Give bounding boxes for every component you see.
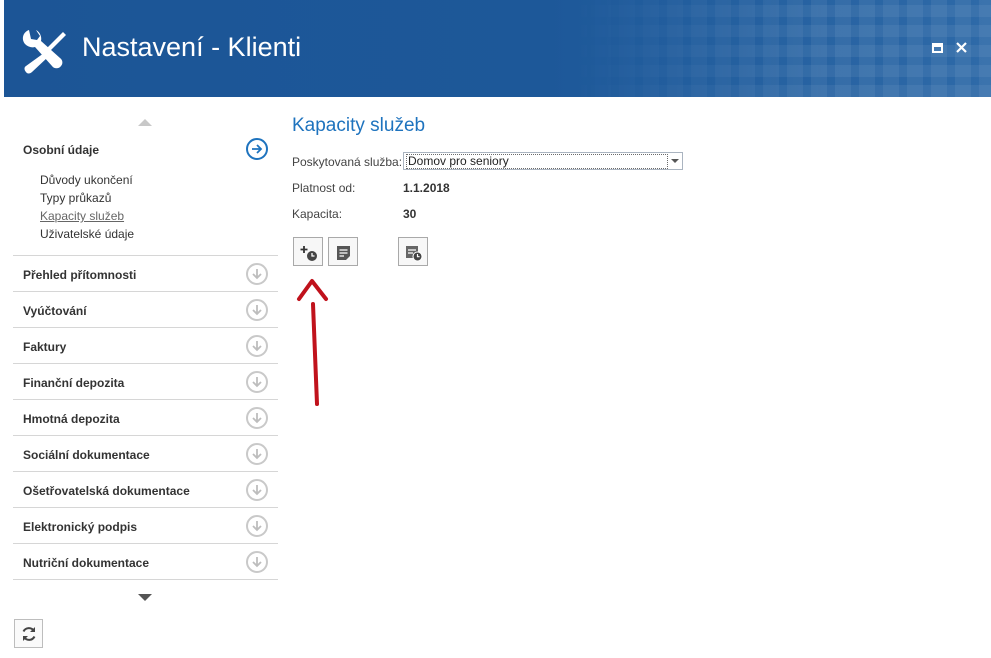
section-osobni-udaje[interactable]: Osobní údaje (23, 143, 99, 157)
expand-icon[interactable] (246, 515, 268, 537)
divider (13, 471, 278, 472)
close-icon[interactable] (954, 40, 970, 56)
expand-icon[interactable] (246, 407, 268, 429)
expand-icon[interactable] (246, 443, 268, 465)
service-label: Poskytovaná služba: (292, 155, 403, 169)
service-select[interactable]: Domov pro seniory (403, 152, 683, 170)
page-title: Kapacity služeb (292, 115, 426, 136)
divider (13, 543, 278, 544)
window-title: Nastavení - Klienti (82, 32, 302, 62)
section-navigate-icon[interactable] (246, 138, 268, 160)
tools-icon (22, 30, 66, 74)
service-select-value: Domov pro seniory (406, 154, 668, 169)
sidebar-item-kapacity-sluzeb[interactable]: Kapacity služeb (40, 209, 124, 223)
sidebar-item-uzivatelske-udaje[interactable]: Uživatelské údaje (40, 227, 134, 241)
edit-button[interactable] (328, 237, 358, 266)
scroll-down-icon[interactable] (138, 594, 152, 601)
refresh-icon (22, 627, 36, 641)
expand-icon[interactable] (246, 263, 268, 285)
window-header: Nastavení - Klienti (4, 0, 991, 97)
expand-icon[interactable] (246, 299, 268, 321)
document-icon (337, 246, 350, 260)
expand-icon[interactable] (246, 551, 268, 573)
valid-from-label: Platnost od: (292, 181, 356, 195)
header-pattern (571, 0, 991, 97)
history-button[interactable] (398, 237, 428, 266)
sidebar-item-duvody-ukonceni[interactable]: Důvody ukončení (40, 173, 133, 187)
divider (13, 291, 278, 292)
divider (13, 507, 278, 508)
divider (13, 435, 278, 436)
refresh-button[interactable] (14, 619, 43, 648)
maximize-icon[interactable] (930, 40, 946, 56)
section-nutricni-dokumentace[interactable]: Nutriční dokumentace (23, 556, 149, 570)
expand-icon[interactable] (246, 335, 268, 357)
capacity-label: Kapacita: (292, 207, 343, 221)
chevron-down-icon (671, 159, 679, 163)
section-osetrovatelska-dokumentace[interactable]: Ošetřovatelská dokumentace (23, 484, 190, 498)
divider (13, 579, 278, 580)
expand-icon[interactable] (246, 371, 268, 393)
section-prehled-pritomnosti[interactable]: Přehled přítomnosti (23, 268, 136, 282)
calendar-clock-icon (406, 246, 423, 262)
valid-from-value: 1.1.2018 (403, 181, 450, 195)
section-vyuctovani[interactable]: Vyúčtování (23, 304, 87, 318)
add-time-icon (300, 246, 317, 261)
section-faktury[interactable]: Faktury (23, 340, 66, 354)
divider (13, 255, 278, 256)
capacity-value: 30 (403, 207, 417, 221)
expand-icon[interactable] (246, 479, 268, 501)
divider (13, 363, 278, 364)
annotation-arrow (297, 279, 328, 406)
add-capacity-button[interactable] (293, 237, 323, 266)
divider (13, 399, 278, 400)
section-elektronicky-podpis[interactable]: Elektronický podpis (23, 520, 137, 534)
divider (13, 327, 278, 328)
sidebar-item-typy-prukazu[interactable]: Typy průkazů (40, 191, 111, 205)
section-financni-depozita[interactable]: Finanční depozita (23, 376, 124, 390)
scroll-up-icon[interactable] (138, 119, 152, 126)
section-hmotna-depozita[interactable]: Hmotná depozita (23, 412, 120, 426)
section-socialni-dokumentace[interactable]: Sociální dokumentace (23, 448, 150, 462)
